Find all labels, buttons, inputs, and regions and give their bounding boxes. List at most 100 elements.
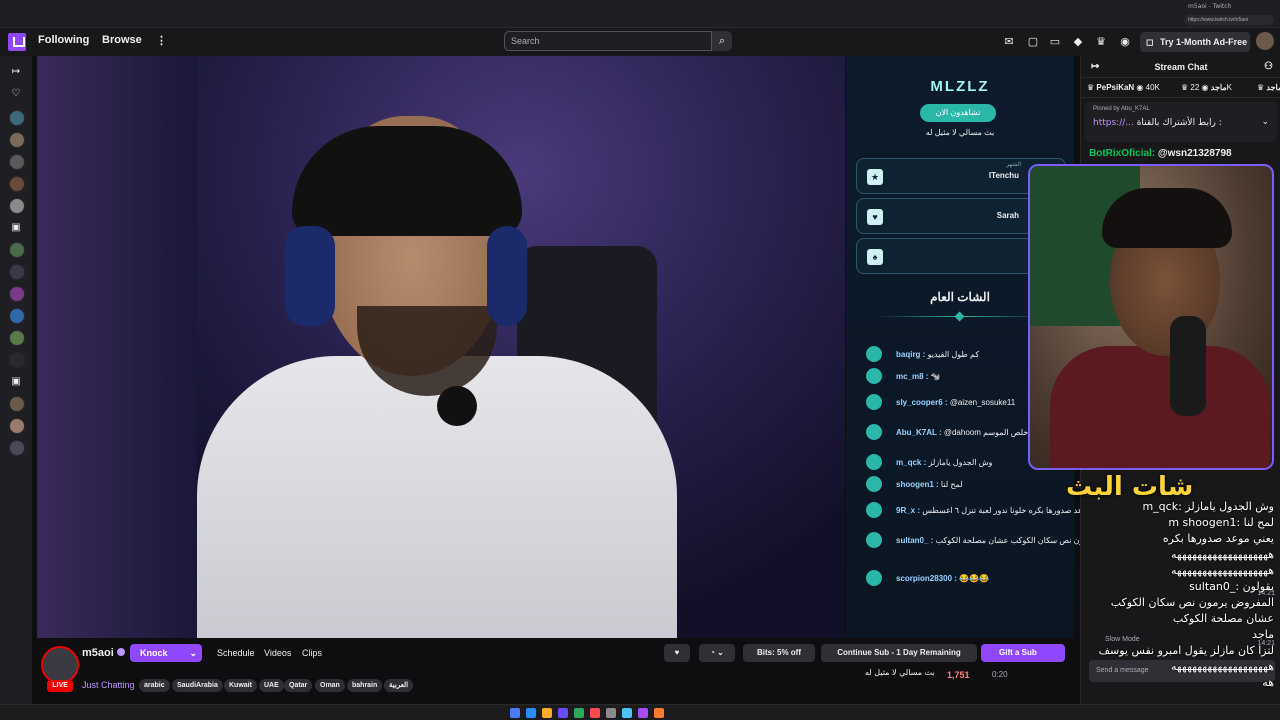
taskbar-app-icon[interactable] (574, 708, 584, 718)
chat-overlay-line: هه (1262, 676, 1274, 689)
overlay-chat-text: mc_m8 : 🐄 (896, 372, 941, 381)
taskbar-app-icon[interactable] (606, 708, 616, 718)
prime-crown-icon[interactable]: ♛ (1094, 35, 1108, 49)
browse-link[interactable]: Browse (102, 34, 142, 46)
follow-heart-button[interactable]: ♥ (664, 644, 690, 662)
stream-uptime: 0:20 (992, 670, 1008, 679)
collapse-chat-icon[interactable]: ↦ (1091, 56, 1099, 78)
followed-channel-avatar[interactable] (9, 264, 25, 280)
taskbar-app-icon[interactable] (638, 708, 648, 718)
overlay-chat-body: وش الجدول يامازلز (928, 458, 993, 467)
video-player[interactable] (37, 56, 845, 638)
notifications-icon[interactable]: ◉ (1118, 35, 1132, 49)
pinned-message[interactable]: Pinned by Abu_K7AL https://... رابط الأش… (1085, 102, 1277, 142)
overlay-chat-text: m_qck : وش الجدول يامازلز (896, 458, 992, 467)
taskbar-app-icon[interactable] (542, 708, 552, 718)
knock-button[interactable]: Knock ⌄ (130, 644, 202, 662)
channel-name[interactable]: m5aoi (82, 647, 114, 659)
bits-icon[interactable]: ◆ (1071, 35, 1085, 49)
videos-link[interactable]: Videos (264, 648, 291, 658)
pinned-link[interactable]: https://... (1093, 118, 1134, 128)
clips-link[interactable]: Clips (302, 648, 322, 658)
user-avatar[interactable] (1256, 32, 1274, 50)
address-bar[interactable]: https://www.twitch.tv/m5aoi (1184, 15, 1274, 25)
bits-discount-button[interactable]: Bits: 5% off (743, 644, 815, 662)
tag-pill[interactable]: arabic (139, 679, 170, 692)
search-icon[interactable]: ⌕ (712, 31, 732, 51)
tag-pill[interactable]: العربية (384, 679, 414, 692)
taskbar-app-icon[interactable] (526, 708, 536, 718)
followed-channel-avatar[interactable] (9, 352, 25, 368)
overlay-chat-avatar (866, 476, 882, 492)
followed-channel-avatar[interactable] (9, 176, 25, 192)
taskbar-app-icon[interactable] (590, 708, 600, 718)
followed-channel-avatar[interactable] (9, 110, 25, 126)
leaderboard-entry[interactable]: ♛ PePsiKaN ◉ 40K (1087, 83, 1160, 92)
streamer-mic (437, 386, 477, 426)
collapse-sidebar-icon[interactable]: ↦ (8, 64, 24, 80)
video-camera-icon[interactable]: ▣ (8, 374, 24, 390)
overlay-chat-body: @aizen_sosuke11 (949, 398, 1016, 407)
chat-mention[interactable]: @wsn21328798 (1158, 148, 1232, 159)
followed-channel-avatar[interactable] (9, 330, 25, 346)
followed-channel-avatar[interactable] (9, 198, 25, 214)
heart-icon[interactable]: ♡ (8, 86, 24, 102)
overlay-chat-text: Abu_K7AL : @dahoom خلص الموسم (896, 428, 1028, 437)
followed-channel-avatar[interactable] (9, 154, 25, 170)
mail-icon[interactable]: ▢ (1026, 35, 1040, 49)
channel-avatar[interactable] (41, 646, 79, 684)
followed-channel-avatar[interactable] (9, 440, 25, 456)
followed-channel-avatar[interactable] (9, 418, 25, 434)
viewer-count: 1,751 (947, 670, 970, 680)
overlay-chat-user: Abu_K7AL : (896, 428, 944, 437)
video-camera-icon[interactable]: ▣ (8, 220, 24, 236)
followed-channel-avatar[interactable] (9, 286, 25, 302)
twitch-logo-icon[interactable] (8, 33, 26, 51)
chat-overlay-line: هههههههههههههههههههه (1171, 548, 1274, 561)
video-background (37, 56, 197, 638)
overlay-chat-user: 9R_x : (896, 506, 923, 515)
tag-pill[interactable]: Qatar (284, 679, 313, 692)
tag-pill[interactable]: SaudiArabia (172, 679, 223, 692)
ad-free-button[interactable]: Try 1-Month Ad-Free (1140, 32, 1250, 52)
chat-overlay-line: m shoogen1: لمح لنا (1168, 516, 1274, 529)
gift-sub-button[interactable]: Gift a Sub (981, 644, 1065, 662)
followed-channel-avatar[interactable] (9, 396, 25, 412)
continue-sub-button[interactable]: Continue Sub - 1 Day Remaining (821, 644, 977, 662)
chevron-down-icon[interactable]: ⌄ (1261, 116, 1269, 127)
schedule-link[interactable]: Schedule (217, 648, 255, 658)
taskbar-app-icon[interactable] (558, 708, 568, 718)
taskbar-app-icon[interactable] (654, 708, 664, 718)
tag-pill[interactable]: Kuwait (224, 679, 257, 692)
headset-right (487, 226, 527, 326)
search-input[interactable]: Search (504, 31, 712, 51)
followed-channel-avatar[interactable] (9, 242, 25, 258)
chat-username[interactable]: BotRixOficial: (1089, 148, 1155, 159)
inbox-icon[interactable]: ✉ (1002, 35, 1016, 49)
tag-pill[interactable]: bahrain (347, 679, 383, 692)
notifications-bell-button[interactable]: ◔ ⌄ (699, 644, 735, 662)
browser-tab[interactable]: m5aoi - Twitch (1188, 3, 1258, 13)
followed-channel-avatar[interactable] (9, 308, 25, 324)
category-link[interactable]: Just Chatting (82, 680, 135, 690)
overlay-chat-message: 9R_x : يعني موعد صدورها بكره خلونا ندور … (866, 502, 1108, 520)
followed-channel-avatar[interactable] (9, 132, 25, 148)
more-menu-icon[interactable]: ⋮ (156, 34, 167, 47)
community-icon[interactable]: ⚇ (1264, 56, 1273, 78)
overlay-chat-text: baqirg : كم طول الفيديو (896, 350, 979, 359)
following-link[interactable]: Following (38, 34, 89, 46)
heart-icon: ♥ (867, 209, 883, 225)
overlay-chat-user: sly_cooper6 : (896, 398, 950, 407)
overlay-card-label: الشهر (1006, 162, 1021, 168)
taskbar-app-icon[interactable] (510, 708, 520, 718)
overlay-card-name: ITenchu (988, 171, 1019, 180)
whispers-icon[interactable]: ▭ (1048, 35, 1062, 49)
pinned-text: https://... رابط الأشتراك بالقناة : (1093, 118, 1222, 128)
tag-pill[interactable]: Oman (315, 679, 345, 692)
webcam-overlay (1028, 164, 1274, 470)
channel-info-bar: LIVE m5aoi Knock ⌄ Schedule Videos Clips … (37, 638, 1080, 704)
leaderboard-entry[interactable]: ♛ ماجد (1257, 83, 1280, 92)
tag-pill[interactable]: UAE (259, 679, 284, 692)
taskbar-app-icon[interactable] (622, 708, 632, 718)
leaderboard-entry[interactable]: ♛ ماجد ◉ 22K (1181, 83, 1232, 92)
